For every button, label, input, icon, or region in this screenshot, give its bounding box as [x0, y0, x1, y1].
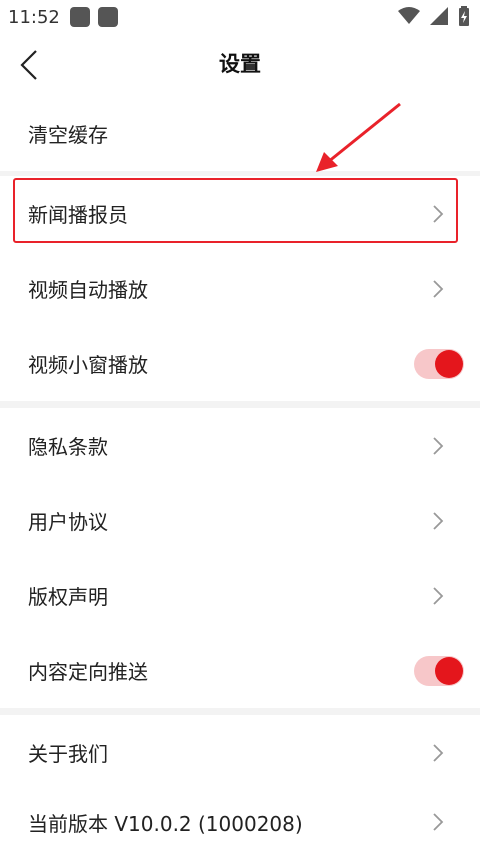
- targeted-push-toggle[interactable]: [414, 655, 464, 686]
- settings-item-label: 清空缓存: [28, 123, 108, 147]
- chevron-right-icon: [433, 586, 444, 605]
- settings-item-label: 内容定向推送: [28, 660, 148, 684]
- chevron-right-icon: [433, 204, 444, 223]
- status-bar: 11:52: [0, 0, 480, 34]
- chevron-right-icon: [433, 813, 444, 831]
- wifi-icon: [398, 7, 420, 24]
- settings-item-label: 关于我们: [28, 742, 108, 766]
- notification-icon: [69, 7, 90, 27]
- settings-item-user-agreement[interactable]: 用户协议: [0, 483, 480, 558]
- chevron-right-icon: [433, 279, 444, 298]
- signal-icon: [430, 7, 448, 25]
- settings-item-video-autoplay[interactable]: 视频自动播放: [0, 251, 480, 326]
- chevron-right-icon: [433, 743, 444, 762]
- chevron-right-icon: [433, 511, 444, 530]
- battery-icon: [459, 6, 469, 26]
- settings-item-targeted-push: 内容定向推送: [0, 633, 480, 708]
- settings-item-label: 视频小窗播放: [28, 353, 148, 377]
- settings-item-label: 当前版本 V10.0.2 (1000208): [28, 811, 303, 836]
- settings-item-news-announcer[interactable]: 新闻播报员: [0, 176, 480, 251]
- settings-item-about-us[interactable]: 关于我们: [0, 715, 480, 790]
- settings-item-current-version[interactable]: 当前版本 V10.0.2 (1000208): [0, 790, 480, 854]
- toggle-knob: [435, 656, 463, 685]
- notification-icon-2: [97, 7, 118, 27]
- annotation-arrow-icon: [316, 102, 401, 172]
- chevron-right-icon: [433, 436, 444, 455]
- video-mini-window-toggle[interactable]: [414, 348, 464, 379]
- settings-item-privacy-terms[interactable]: 隐私条款: [0, 408, 480, 483]
- settings-item-label: 视频自动播放: [28, 278, 148, 302]
- toggle-knob: [435, 349, 463, 378]
- status-time: 11:52: [8, 6, 60, 28]
- settings-item-label: 隐私条款: [28, 435, 108, 459]
- settings-item-label: 新闻播报员: [28, 203, 128, 227]
- settings-item-copyright[interactable]: 版权声明: [0, 558, 480, 633]
- page-title: 设置: [219, 52, 261, 76]
- title-bar: 设置: [0, 34, 480, 96]
- settings-item-video-mini-window: 视频小窗播放: [0, 326, 480, 401]
- settings-item-label: 版权声明: [28, 585, 108, 609]
- settings-item-label: 用户协议: [28, 510, 108, 534]
